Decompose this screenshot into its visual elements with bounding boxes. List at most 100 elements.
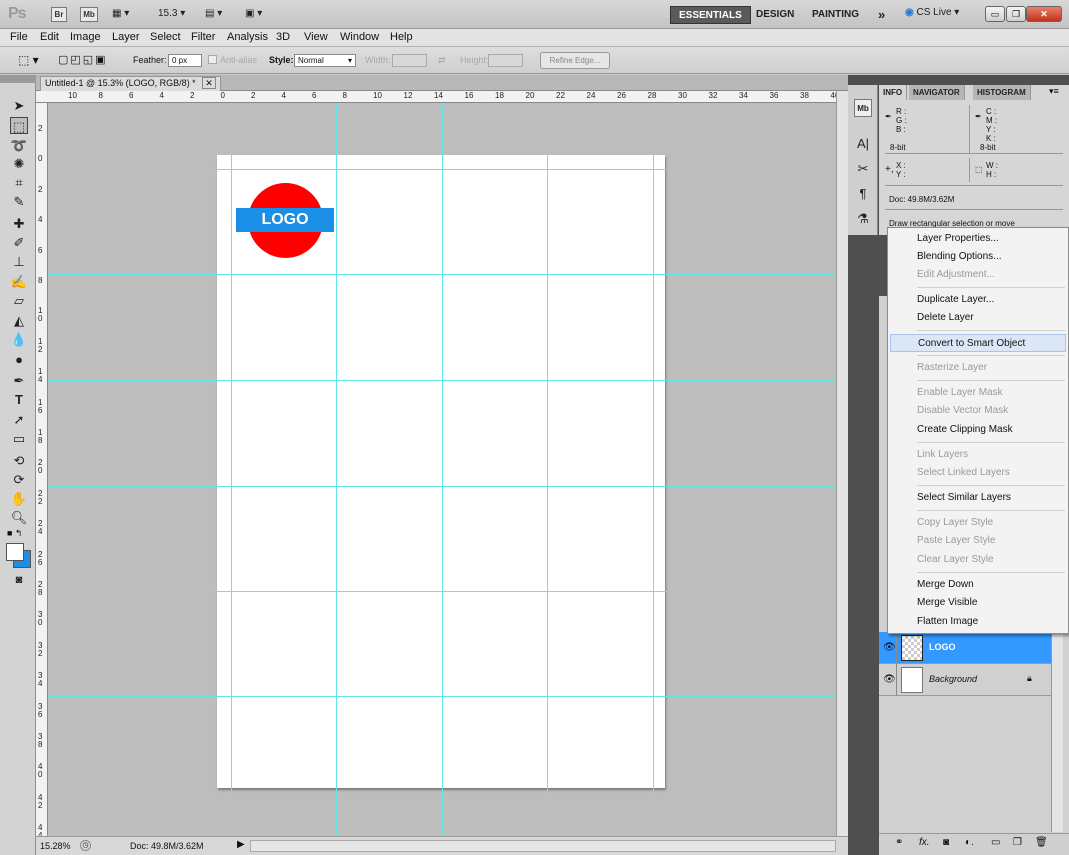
menu-3d[interactable]: 3D: [276, 31, 290, 43]
type-tool-icon[interactable]: T: [10, 391, 28, 408]
refine-edge-button[interactable]: Refine Edge...: [540, 52, 610, 69]
eyedropper-rgb-icon[interactable]: ✒: [885, 112, 892, 121]
3d-orbit-tool-icon[interactable]: ⟳: [10, 471, 28, 488]
status-menu-arrow-icon[interactable]: ▶: [237, 839, 245, 850]
paint-bucket-tool-icon[interactable]: ◭: [10, 312, 28, 329]
menu-item-select-similar-layers[interactable]: Select Similar Layers: [890, 489, 1066, 507]
horizontal-scrollbar[interactable]: [250, 840, 836, 852]
layer-name[interactable]: LOGO: [929, 642, 956, 652]
menu-item-layer-properties[interactable]: Layer Properties...: [890, 230, 1066, 248]
hand-tool-icon[interactable]: ✋: [10, 490, 28, 507]
clone-stamp-tool-icon[interactable]: ⊥: [10, 253, 28, 270]
panel-menu-icon[interactable]: ▾≡: [1049, 86, 1059, 97]
view-extras-dropdown[interactable]: ▦ ▾: [112, 8, 129, 19]
adjustment-layer-icon[interactable]: ◐.: [965, 837, 974, 848]
selection-mode-buttons[interactable]: ▢◰◱▣: [58, 53, 120, 69]
menu-window[interactable]: Window: [340, 31, 379, 43]
document-page[interactable]: LOGO: [217, 155, 665, 788]
menu-item-duplicate-layer[interactable]: Duplicate Layer...: [890, 291, 1066, 309]
path-selection-tool-icon[interactable]: ➚: [10, 411, 28, 428]
document-tab[interactable]: Untitled-1 @ 15.3% (LOGO, RGB/8) * ✕: [40, 76, 221, 91]
link-layers-icon[interactable]: ⚭: [895, 837, 903, 848]
style-select[interactable]: Normal ▾: [294, 54, 356, 67]
menu-select[interactable]: Select: [150, 31, 181, 43]
move-tool-icon[interactable]: ➤: [10, 97, 28, 114]
tool-preset-picker[interactable]: ⬚ ▾: [18, 53, 46, 69]
lasso-tool-icon[interactable]: ➰: [10, 137, 28, 154]
quick-mask-icon[interactable]: ◙: [10, 572, 28, 589]
swap-icon[interactable]: ⇄: [438, 55, 446, 66]
tab-histogram[interactable]: HISTOGRAM: [973, 85, 1031, 100]
menu-item-flatten-image[interactable]: Flatten Image: [890, 613, 1066, 631]
height-input[interactable]: [488, 54, 523, 67]
menu-item-delete-layer[interactable]: Delete Layer: [890, 309, 1066, 327]
rectangle-tool-icon[interactable]: ▭: [10, 430, 28, 447]
add-mask-icon[interactable]: ◙: [943, 837, 949, 848]
visibility-eye-icon[interactable]: 👁︎: [883, 674, 896, 685]
eraser-tool-icon[interactable]: ▱: [10, 292, 28, 309]
clone-source-panel-icon[interactable]: ⚗: [854, 210, 872, 228]
arrange-documents-dropdown[interactable]: ▤ ▾: [205, 8, 222, 19]
menu-item-convert-to-smart-object[interactable]: Convert to Smart Object: [890, 334, 1066, 352]
menu-image[interactable]: Image: [70, 31, 101, 43]
new-layer-icon[interactable]: ❐: [1013, 837, 1022, 848]
zoom-readout[interactable]: 15.28%: [40, 841, 71, 851]
screen-mode-dropdown[interactable]: ▣ ▾: [245, 8, 262, 19]
eyedropper-tool-icon[interactable]: ✎: [10, 193, 28, 210]
menu-file[interactable]: File: [10, 31, 28, 43]
layer-style-icon[interactable]: fx.: [919, 837, 930, 848]
tools-panel-grip[interactable]: [0, 75, 36, 83]
layers-scrollbar[interactable]: [1051, 632, 1063, 832]
marquee-tool-icon[interactable]: ⬚: [10, 117, 28, 134]
width-input[interactable]: [392, 54, 427, 67]
menu-item-create-clipping-mask[interactable]: Create Clipping Mask: [890, 421, 1066, 439]
menu-help[interactable]: Help: [390, 31, 413, 43]
restore-button[interactable]: ❐: [1006, 6, 1026, 22]
history-brush-tool-icon[interactable]: ✍: [10, 273, 28, 290]
dodge-tool-icon[interactable]: ●: [10, 351, 28, 368]
close-button[interactable]: ✕: [1026, 6, 1062, 22]
menu-analysis[interactable]: Analysis: [227, 31, 268, 43]
layer-row-logo[interactable]: 👁︎ LOGO: [879, 632, 1051, 664]
menu-item-merge-visible[interactable]: Merge Visible: [890, 594, 1066, 612]
menu-item-merge-down[interactable]: Merge Down: [890, 576, 1066, 594]
quick-selection-tool-icon[interactable]: ✺: [10, 155, 28, 172]
minimize-button[interactable]: ▭: [985, 6, 1005, 22]
pen-tool-icon[interactable]: ✒: [10, 372, 28, 389]
anti-alias-checkbox[interactable]: [208, 55, 217, 64]
delete-layer-icon[interactable]: 🗑︎: [1035, 837, 1048, 848]
zoom-tool-icon[interactable]: 🔍︎: [10, 509, 28, 526]
layer-name[interactable]: Background: [929, 674, 977, 684]
status-info-icon[interactable]: ◷: [80, 840, 91, 851]
menu-view[interactable]: View: [304, 31, 328, 43]
workspace-painting[interactable]: PAINTING: [804, 6, 867, 24]
bridge-button[interactable]: Br: [51, 7, 67, 22]
mini-bridge-panel-icon[interactable]: Mb: [854, 99, 872, 117]
menu-layer[interactable]: Layer: [112, 31, 140, 43]
new-group-icon[interactable]: ▭: [991, 837, 1000, 848]
menu-item-blending-options[interactable]: Blending Options...: [890, 248, 1066, 266]
paragraph-panel-icon[interactable]: ¶: [854, 185, 872, 203]
healing-brush-tool-icon[interactable]: ✚: [10, 215, 28, 232]
menu-filter[interactable]: Filter: [191, 31, 215, 43]
tab-info[interactable]: INFO: [879, 85, 908, 100]
foreground-color-swatch[interactable]: [6, 543, 24, 561]
eyedropper-cmyk-icon[interactable]: ✒: [975, 112, 982, 121]
3d-rotate-tool-icon[interactable]: ⟲: [10, 452, 28, 469]
default-colors-icon[interactable]: ■ ↰: [7, 528, 35, 540]
zoom-level-dropdown[interactable]: 15.3 ▾: [158, 8, 185, 19]
blur-tool-icon[interactable]: 💧: [10, 331, 28, 348]
layer-row-background[interactable]: 👁︎ Background 🔒︎: [879, 664, 1051, 696]
vertical-scrollbar[interactable]: [836, 91, 848, 836]
canvas-area[interactable]: LOGO: [48, 103, 836, 836]
mini-bridge-button[interactable]: Mb: [80, 7, 98, 22]
workspace-design[interactable]: DESIGN: [748, 6, 802, 24]
brush-tool-icon[interactable]: ✐: [10, 234, 28, 251]
more-workspaces-button[interactable]: »: [870, 6, 893, 24]
cs-live-button[interactable]: ◉ CS Live ▾: [905, 7, 959, 18]
character-panel-icon[interactable]: A|: [854, 135, 872, 153]
workspace-essentials[interactable]: ESSENTIALS: [670, 6, 751, 24]
visibility-eye-icon[interactable]: 👁︎: [883, 642, 896, 653]
close-tab-icon[interactable]: ✕: [202, 77, 216, 89]
crop-tool-icon[interactable]: ⌗: [10, 174, 28, 191]
